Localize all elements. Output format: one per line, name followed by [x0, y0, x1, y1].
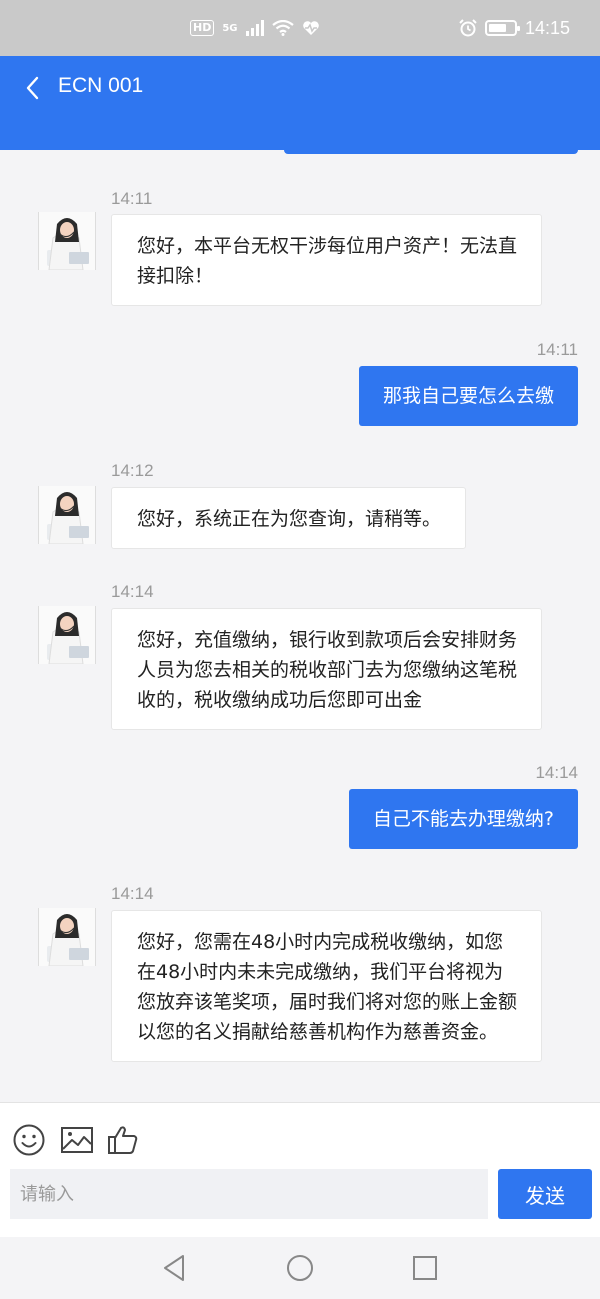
system-nav-bar: [0, 1237, 600, 1299]
input-area: 发送: [0, 1102, 600, 1237]
message-text-line: 在48小时内未未完成缴纳，我们平台将视为: [137, 961, 504, 983]
message-text-line: 以您的名义捐献给慈善机构作为慈善资金。: [137, 1021, 499, 1043]
nav-back-icon[interactable]: [160, 1253, 190, 1283]
network-type: 5G: [222, 22, 238, 34]
alarm-icon: [459, 19, 477, 37]
battery-icon: [484, 20, 520, 36]
agent-avatar[interactable]: [38, 486, 96, 544]
image-icon[interactable]: [60, 1123, 94, 1157]
status-bar: HD 5G 14:15: [0, 0, 600, 56]
message-timestamp: 14:14: [535, 763, 578, 782]
incoming-message-bubble[interactable]: 您好，您需在48小时内完成税收缴纳，如您 在48小时内未未完成缴纳，我们平台将视为…: [111, 910, 543, 1062]
battery-level: [488, 24, 506, 32]
outgoing-message-bubble[interactable]: 自己不能去办理缴纳?: [348, 789, 578, 849]
message-timestamp: 14:11: [536, 340, 578, 359]
message-input[interactable]: [10, 1169, 488, 1219]
agent-avatar[interactable]: [38, 212, 96, 270]
agent-avatar[interactable]: [38, 606, 96, 664]
incoming-message-bubble[interactable]: 您好，系统正在为您查询，请稍等。: [111, 487, 467, 549]
emoji-icon[interactable]: [12, 1123, 46, 1157]
message-timestamp: 14:14: [111, 884, 154, 903]
health-icon: [302, 21, 319, 35]
back-arrow-icon[interactable]: [22, 76, 46, 100]
message-text-line: 您好，充值缴纳，银行收到款项后会安排财务: [137, 629, 518, 651]
wifi-icon: [271, 20, 294, 36]
message-timestamp: 14:14: [111, 582, 154, 601]
message-text-line: 您好，本平台无权干涉每位用户资产！无法直: [137, 235, 518, 257]
header-tab-strip: [284, 148, 578, 154]
nav-recents-icon[interactable]: [410, 1253, 440, 1283]
signal-icon: [245, 20, 264, 36]
message-text-line: 收的，税收缴纳成功后您即可出金: [137, 689, 423, 711]
message-timestamp: 14:11: [111, 189, 153, 208]
message-text-line: 您好，您需在48小时内完成税收缴纳，如您: [137, 931, 504, 953]
message-text-line: 人员为您去相关的税收部门去为您缴纳这笔税: [137, 659, 518, 681]
message-text-line: 您放弃该笔奖项，届时我们将对您的账上金额: [137, 991, 518, 1013]
hd-indicator: HD: [190, 20, 215, 36]
outgoing-message-bubble[interactable]: 那我自己要怎么去缴: [358, 366, 578, 426]
message-text-line: 自己不能去办理缴纳?: [372, 808, 554, 830]
send-button[interactable]: 发送: [498, 1169, 592, 1219]
chat-header: ECN 001: [0, 56, 600, 154]
status-time: 14:15: [524, 17, 570, 38]
incoming-message-bubble[interactable]: 您好，充值缴纳，银行收到款项后会安排财务 人员为您去相关的税收部门去为您缴纳这笔税…: [111, 608, 543, 730]
message-text-line: 您好，系统正在为您查询，请稍等。: [137, 508, 442, 530]
message-text-line: 接扣除！: [137, 265, 214, 287]
incoming-message-bubble[interactable]: 您好，本平台无权干涉每位用户资产！无法直 接扣除！: [111, 214, 543, 306]
message-timestamp: 14:12: [111, 461, 154, 480]
chat-title: ECN 001: [58, 74, 144, 97]
thumbs-up-icon[interactable]: [106, 1123, 140, 1157]
nav-home-icon[interactable]: [285, 1253, 315, 1283]
message-text-line: 那我自己要怎么去缴: [382, 385, 554, 407]
agent-avatar[interactable]: [38, 908, 96, 966]
